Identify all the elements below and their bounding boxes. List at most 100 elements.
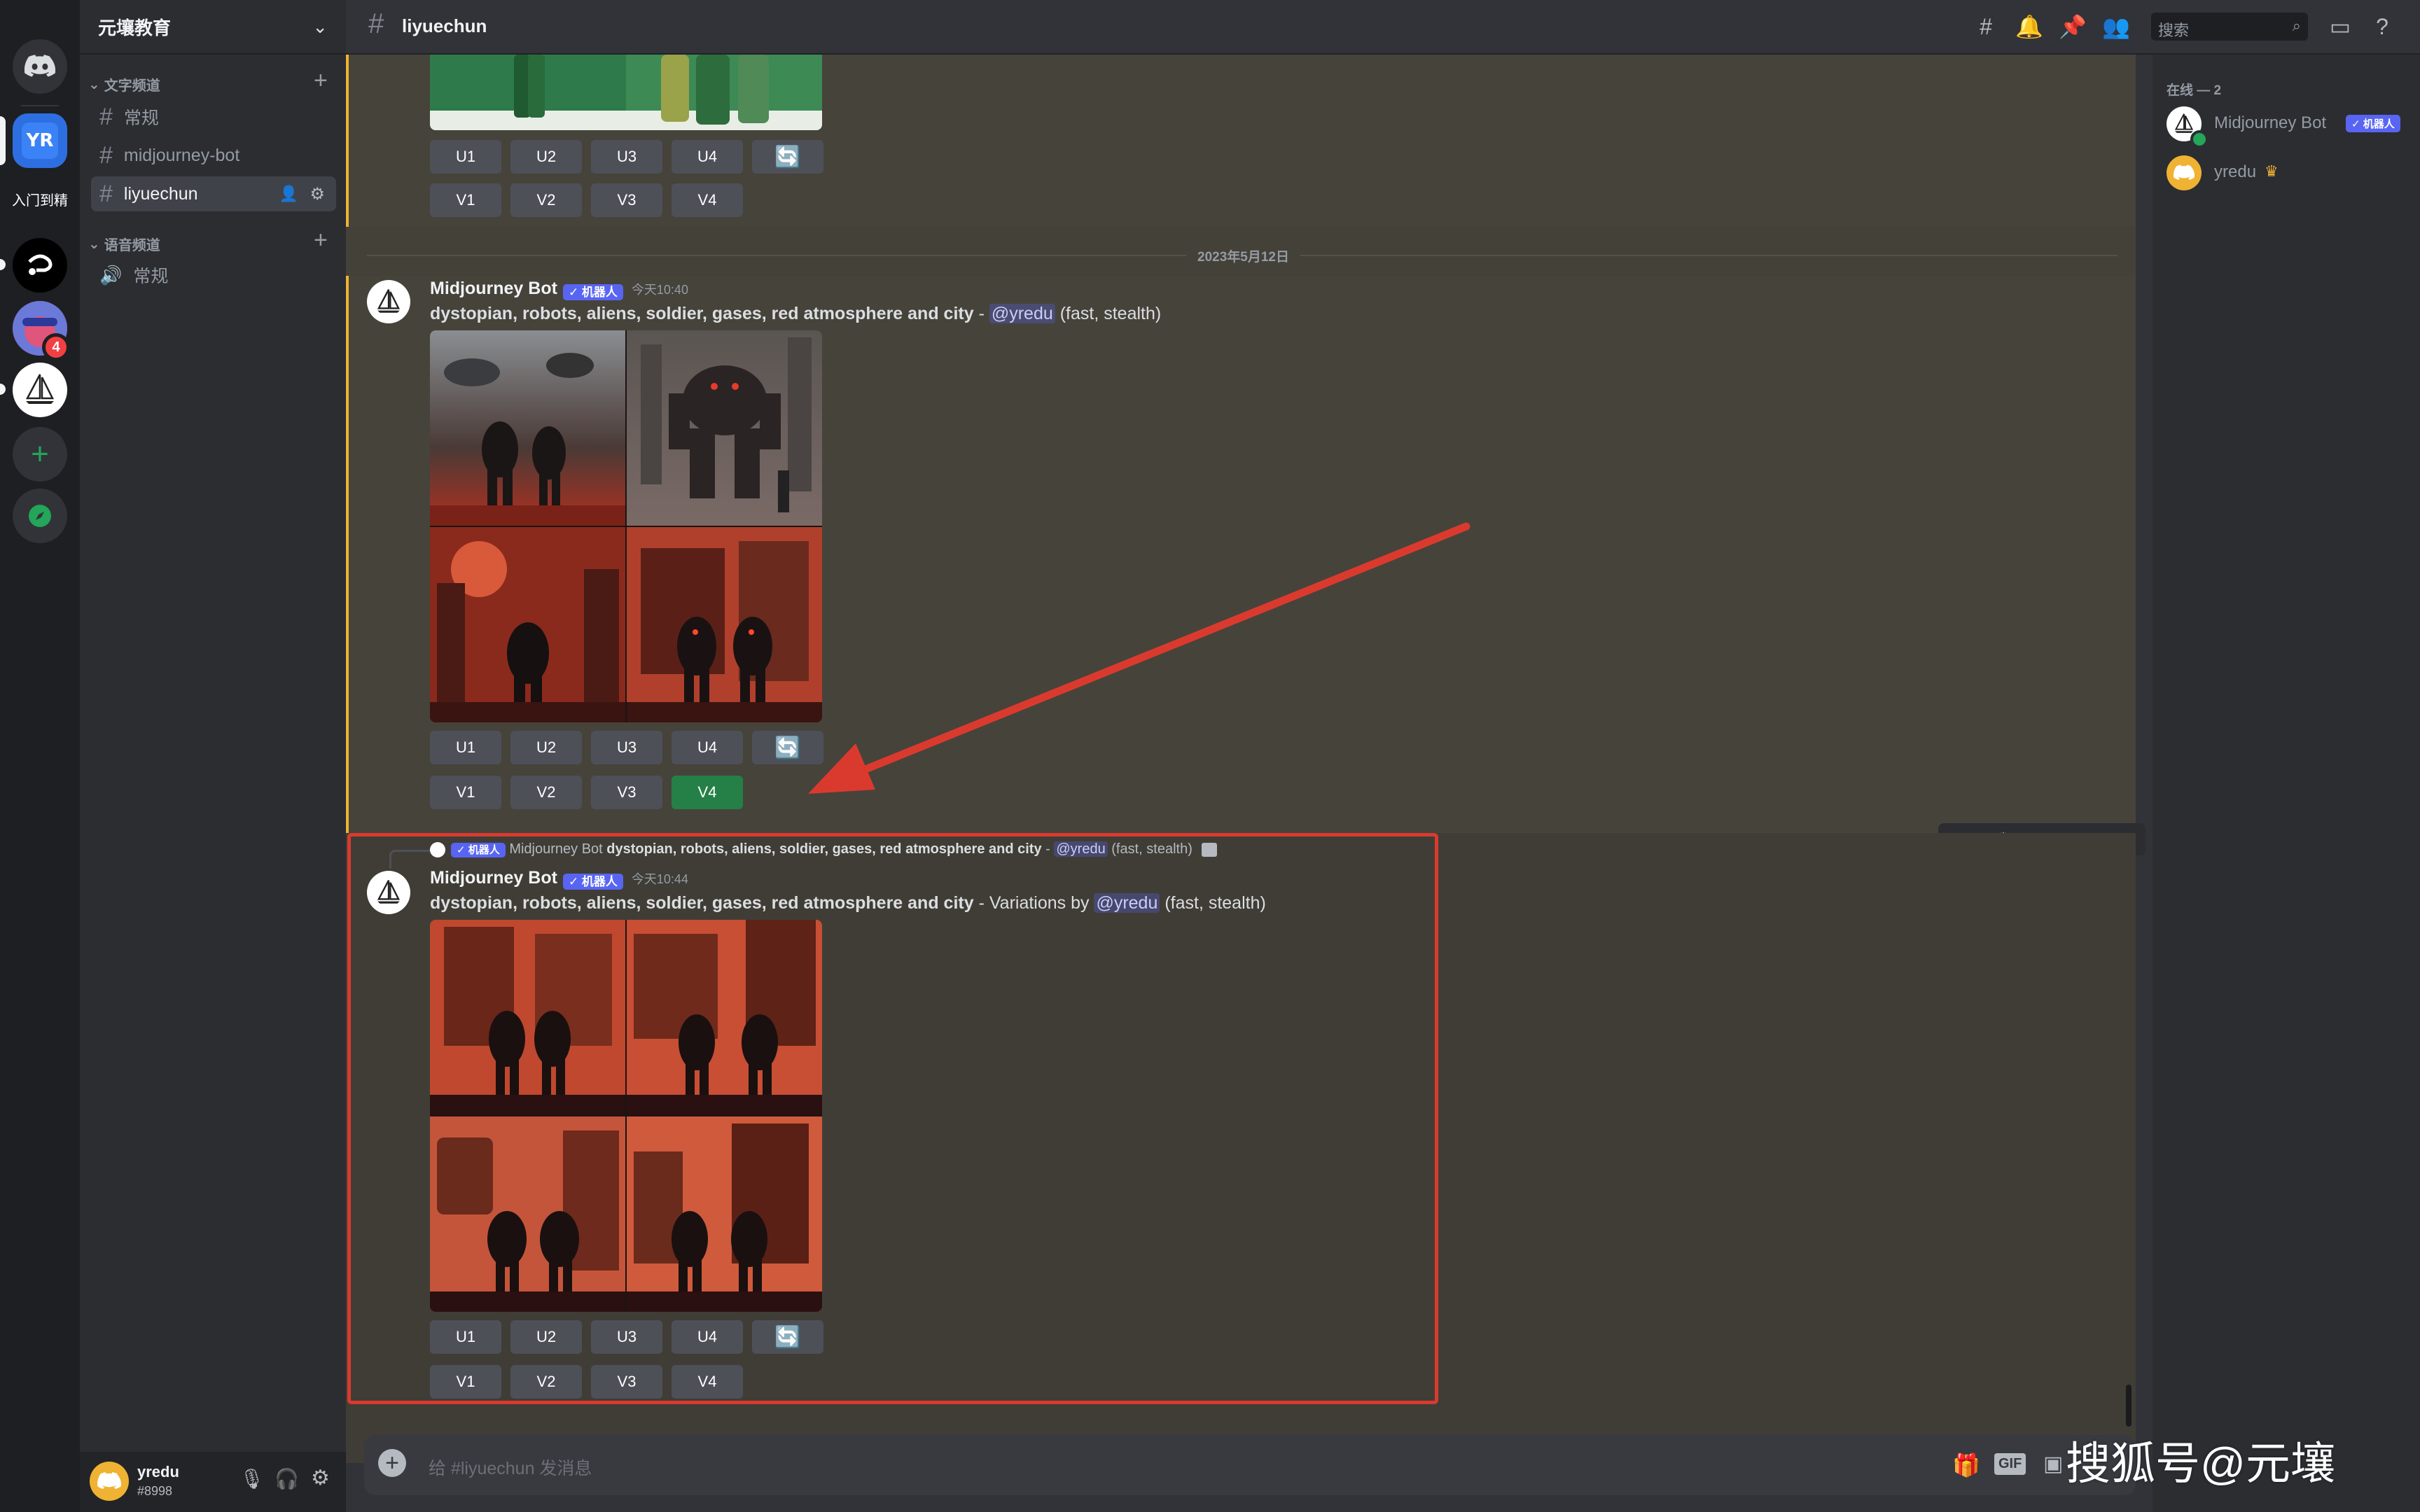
- server-name: 元壤教育: [98, 17, 172, 38]
- message-header: Midjourney Bot ✓ 机器人 今天10:40: [430, 279, 688, 301]
- avatar[interactable]: [367, 280, 410, 323]
- mention-bar: [346, 55, 349, 227]
- member-item[interactable]: Midjourney Bot ✓ 机器人: [2167, 104, 2405, 148]
- sticker-icon[interactable]: ▣: [2043, 1452, 2063, 1476]
- hash-icon: #: [99, 141, 113, 169]
- add-channel-icon[interactable]: +: [314, 67, 328, 94]
- chevron-down-icon: ⌄: [88, 77, 100, 92]
- gear-icon[interactable]: ⚙: [311, 1466, 330, 1490]
- inbox-icon[interactable]: ▭: [2326, 13, 2354, 41]
- add-server-icon[interactable]: +: [13, 427, 67, 482]
- svg-text:YR: YR: [26, 130, 54, 151]
- server-loop-icon[interactable]: [13, 238, 67, 293]
- headphones-icon[interactable]: 🎧: [274, 1467, 299, 1490]
- microphone-icon[interactable]: 🎙: [239, 1467, 265, 1490]
- v3-button[interactable]: V3: [591, 776, 662, 809]
- prompt-separator: -: [973, 304, 989, 323]
- search-placeholder: 搜索: [2158, 22, 2190, 39]
- search-input[interactable]: 搜索 ⌕: [2151, 13, 2308, 41]
- u2-button[interactable]: U2: [510, 731, 582, 764]
- refresh-button[interactable]: 🔄: [752, 140, 823, 174]
- channel-item-midjourney-bot[interactable]: # midjourney-bot: [91, 138, 336, 173]
- u2-button[interactable]: U2: [510, 140, 582, 174]
- v1-button[interactable]: V1: [430, 183, 501, 217]
- refresh-icon: 🔄: [774, 145, 801, 169]
- gift-icon[interactable]: 🎁: [1952, 1452, 1980, 1478]
- invite-icon[interactable]: 👤: [279, 185, 298, 203]
- discord-home-icon[interactable]: [13, 39, 67, 94]
- annotation-arrow: [808, 522, 1470, 794]
- channel-label: liyuechun: [123, 183, 198, 204]
- timestamp: 今天10:40: [631, 283, 688, 297]
- v2-button[interactable]: V2: [510, 776, 582, 809]
- username[interactable]: yredu: [137, 1463, 179, 1481]
- u3-button[interactable]: U3: [591, 731, 662, 764]
- bot-badge: ✓ 机器人: [562, 284, 623, 301]
- voice-channel-general[interactable]: 🔊 常规: [91, 258, 336, 293]
- pin-icon[interactable]: 📌: [2059, 13, 2087, 41]
- avatar: [2167, 155, 2202, 190]
- server-midjourney-icon[interactable]: [13, 363, 67, 417]
- hash-icon: #: [99, 180, 113, 207]
- add-attachment-icon[interactable]: +: [378, 1449, 406, 1477]
- mention-bar: [346, 276, 349, 874]
- unread-pill: [0, 259, 6, 270]
- server-header[interactable]: 元壤教育 ⌄: [80, 0, 346, 55]
- v3-button[interactable]: V3: [591, 183, 662, 217]
- channel-item-liyuechun[interactable]: # liyuechun 👤 ⚙: [91, 176, 336, 211]
- channel-item-general[interactable]: # 常规: [91, 99, 336, 134]
- server-label[interactable]: 入门到精: [0, 189, 80, 209]
- rail-divider: [21, 105, 59, 106]
- hash-icon: #: [368, 8, 384, 39]
- crown-icon: ♛: [2265, 162, 2279, 180]
- text-category-label: 文字频道: [104, 78, 160, 94]
- unread-pill: [0, 384, 6, 395]
- member-name: Midjourney Bot: [2214, 113, 2327, 132]
- help-icon[interactable]: ?: [2368, 13, 2396, 41]
- u1-button[interactable]: U1: [430, 731, 501, 764]
- u1-button[interactable]: U1: [430, 140, 501, 174]
- bell-icon[interactable]: 🔔: [2015, 13, 2043, 41]
- server-yuanrang-icon[interactable]: YR: [13, 113, 67, 168]
- message-input-bar[interactable]: + 给 #liyuechun 发消息 🎁 GIF ▣: [364, 1435, 2136, 1495]
- scrollbar-thumb[interactable]: [2126, 1385, 2132, 1427]
- u3-button[interactable]: U3: [591, 140, 662, 174]
- grid-image-3[interactable]: [430, 527, 625, 722]
- hash-icon: #: [99, 103, 113, 130]
- speaker-icon: 🔊: [99, 264, 123, 286]
- members-icon[interactable]: 👥: [2102, 13, 2130, 41]
- message-input[interactable]: 给 #liyuechun 发消息: [429, 1455, 592, 1480]
- channel-label: 常规: [123, 108, 159, 128]
- online-status-icon: [2190, 130, 2209, 148]
- previous-image-grid[interactable]: [430, 55, 822, 130]
- user-mention[interactable]: @yredu: [989, 304, 1055, 323]
- gif-icon[interactable]: GIF: [1994, 1453, 2026, 1475]
- avatar[interactable]: [90, 1462, 129, 1501]
- u4-button[interactable]: U4: [672, 140, 743, 174]
- text-category[interactable]: ⌄ 文字频道: [88, 74, 160, 94]
- member-item[interactable]: yredu ♛: [2167, 153, 2405, 196]
- explore-compass-icon[interactable]: [13, 489, 67, 543]
- server-rail: YR 入门到精 4 +: [0, 0, 80, 1512]
- member-list: 在线 — 2 Midjourney Bot ✓ 机器人 yredu ♛: [2153, 55, 2420, 1512]
- user-panel: yredu #8998 🎙 🎧 ⚙: [80, 1452, 346, 1512]
- threads-icon[interactable]: #: [1972, 13, 2000, 41]
- v2-button[interactable]: V2: [510, 183, 582, 217]
- channel-topbar: # liyuechun # 🔔 📌 👥 搜索 ⌕ ▭ ?: [346, 0, 2420, 55]
- v4-button[interactable]: V4: [672, 183, 743, 217]
- u4-button[interactable]: U4: [672, 731, 743, 764]
- gear-icon[interactable]: ⚙: [310, 184, 325, 204]
- add-voice-channel-icon[interactable]: +: [314, 227, 328, 254]
- grid-image-1[interactable]: [430, 330, 625, 526]
- notification-badge: 4: [42, 333, 70, 361]
- v4-button-selected[interactable]: V4: [672, 776, 743, 809]
- member-name: yredu: [2214, 162, 2257, 181]
- bot-badge: ✓ 机器人: [2346, 115, 2400, 132]
- voice-category[interactable]: ⌄ 语音频道: [88, 234, 160, 254]
- v1-button[interactable]: V1: [430, 776, 501, 809]
- chevron-down-icon[interactable]: ⌄: [312, 16, 328, 38]
- channel-title: liyuechun: [402, 15, 487, 36]
- channel-sidebar: [80, 0, 346, 1512]
- author-name[interactable]: Midjourney Bot: [430, 279, 557, 298]
- date-divider: 2023年5月12日: [1186, 246, 1300, 265]
